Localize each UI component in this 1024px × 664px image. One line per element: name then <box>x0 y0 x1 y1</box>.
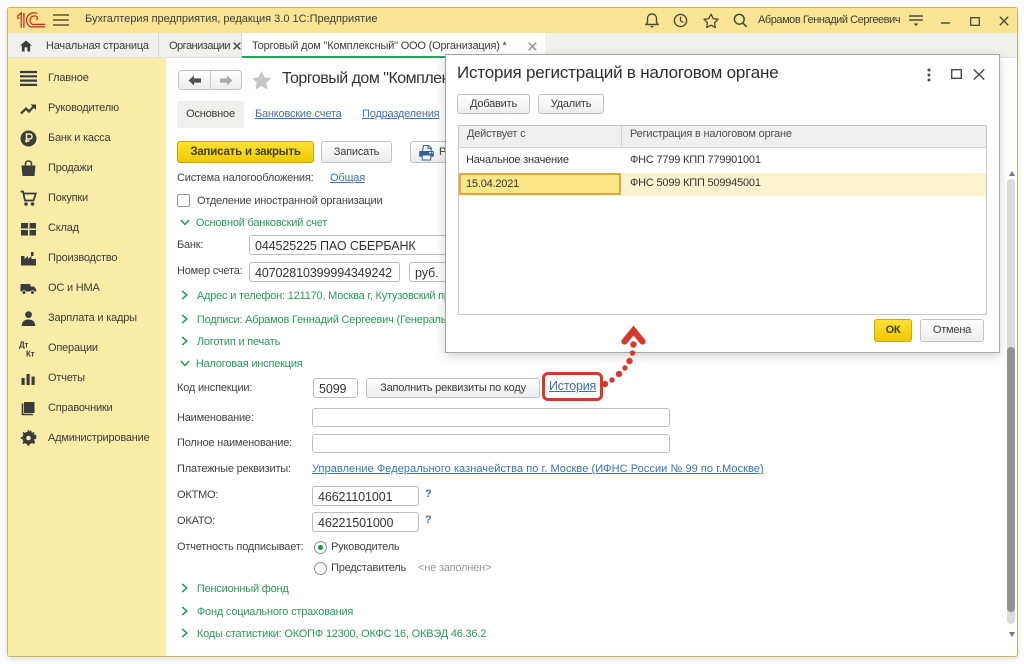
svg-text:Кт: Кт <box>26 350 35 359</box>
svg-text:Дт: Дт <box>19 341 28 350</box>
